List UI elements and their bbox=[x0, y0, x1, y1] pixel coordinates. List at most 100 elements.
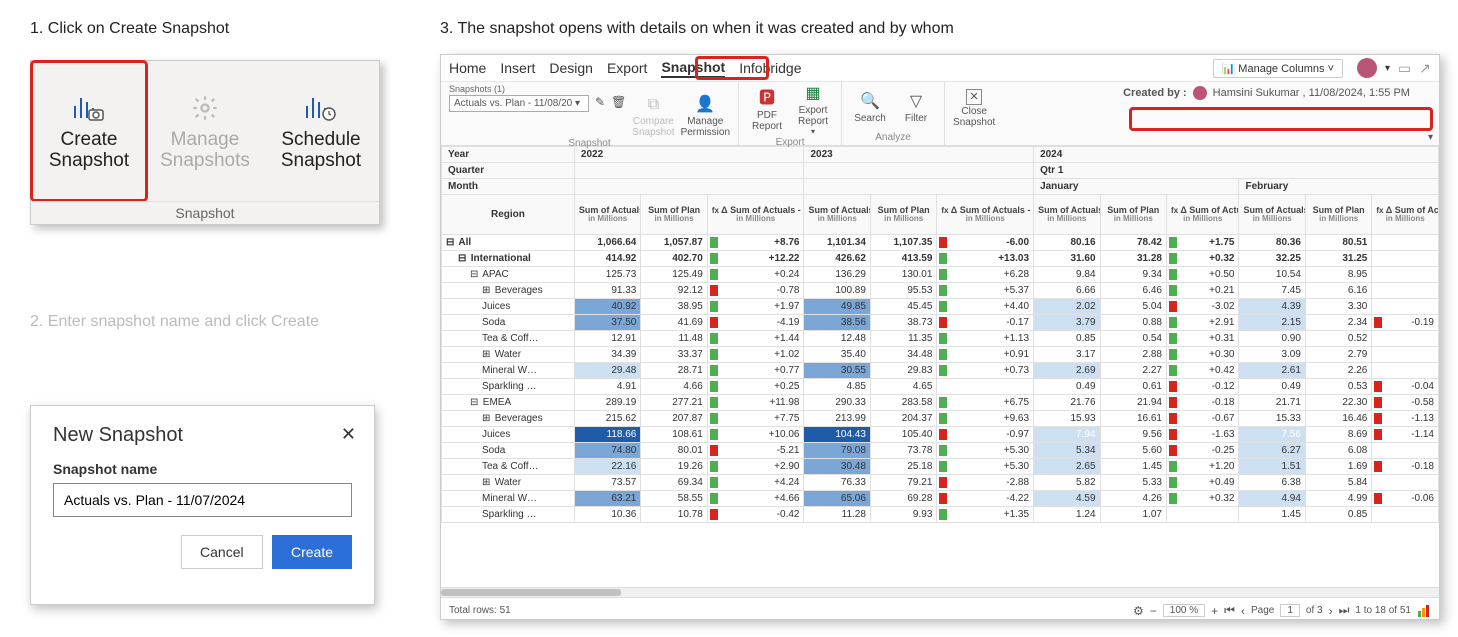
bar-chart-icon[interactable] bbox=[1417, 605, 1431, 617]
cell bbox=[1372, 347, 1439, 363]
created-by-label: Created by : bbox=[1123, 87, 1187, 99]
table-row[interactable]: Sparkling …4.914.66+0.254.854.650.490.61… bbox=[442, 379, 1439, 395]
table-row[interactable]: Mineral W…29.4828.71+0.7730.5529.83+0.73… bbox=[442, 363, 1439, 379]
window-min-icon[interactable]: ▭ bbox=[1398, 60, 1411, 77]
cell: 2.61 bbox=[1239, 363, 1305, 379]
table-row[interactable]: ⊞ Water34.3933.37+1.0235.4034.48+0.913.1… bbox=[442, 347, 1439, 363]
expand-icon[interactable]: ⊞ bbox=[482, 285, 492, 296]
next-page-icon[interactable]: › bbox=[1329, 604, 1333, 618]
cell: +9.63 bbox=[937, 411, 1034, 427]
cell: +11.98 bbox=[707, 395, 804, 411]
horizontal-scrollbar[interactable] bbox=[441, 587, 1439, 597]
table-row[interactable]: ⊞ Beverages215.62207.87+7.75213.99204.37… bbox=[442, 411, 1439, 427]
manage-columns-label: Manage Columns bbox=[1238, 63, 1324, 75]
search-button[interactable]: 🔍 Search bbox=[850, 92, 890, 124]
bar-chart-clock-icon bbox=[303, 90, 339, 126]
compare-snapshot-button[interactable]: ⧉ Compare Snapshot bbox=[632, 95, 674, 138]
table-row[interactable]: ⊞ Water73.5769.34+4.2476.3379.21-2.885.8… bbox=[442, 475, 1439, 491]
create-snapshot-button[interactable]: Create Snapshot bbox=[31, 61, 147, 201]
cell: 1,066.64 bbox=[574, 235, 640, 251]
table-row[interactable]: Tea & Coff…22.1619.26+2.9030.4825.18+5.3… bbox=[442, 459, 1439, 475]
cancel-button[interactable]: Cancel bbox=[181, 535, 263, 569]
zoom-in-icon[interactable]: + bbox=[1211, 604, 1218, 618]
edit-icon[interactable]: ✎ bbox=[595, 95, 605, 109]
prev-page-icon[interactable]: ‹ bbox=[1241, 604, 1245, 618]
window-close-icon[interactable]: ↗ bbox=[1419, 60, 1431, 77]
table-row[interactable]: Soda74.8080.01-5.2179.0873.78+5.305.345.… bbox=[442, 443, 1439, 459]
table-row[interactable]: Juices118.66108.61+10.06104.43105.40-0.9… bbox=[442, 427, 1439, 443]
table-row[interactable]: Soda37.5041.69-4.1938.5638.73-0.173.790.… bbox=[442, 315, 1439, 331]
tab-infobridge[interactable]: Infobridge bbox=[739, 60, 801, 76]
analyze-section-caption: Analyze bbox=[850, 132, 936, 145]
cell: 22.16 bbox=[574, 459, 640, 475]
avatar[interactable] bbox=[1357, 58, 1377, 78]
cell: 1.07 bbox=[1100, 507, 1166, 523]
cell: -4.22 bbox=[937, 491, 1034, 507]
expand-icon[interactable]: ⊟ bbox=[470, 269, 480, 280]
table-row[interactable]: ⊟ EMEA289.19277.21+11.98290.33283.58+6.7… bbox=[442, 395, 1439, 411]
manage-columns-button[interactable]: 📊 Manage Columns ˅ bbox=[1213, 59, 1343, 78]
row-label: ⊞ Water bbox=[442, 347, 575, 363]
cell: +2.91 bbox=[1166, 315, 1239, 331]
table-row[interactable]: Juices40.9238.95+1.9749.8545.45+4.402.02… bbox=[442, 299, 1439, 315]
table-row[interactable]: Mineral W…63.2158.55+4.6665.0669.28-4.22… bbox=[442, 491, 1439, 507]
cell: 2.65 bbox=[1034, 459, 1100, 475]
export-report-button[interactable]: ▦ Export Report▾ bbox=[793, 84, 833, 137]
cell: 34.39 bbox=[574, 347, 640, 363]
cell: 0.85 bbox=[1034, 331, 1100, 347]
bar-chart-camera-icon bbox=[71, 90, 107, 126]
zoom-value: 100 % bbox=[1163, 604, 1205, 617]
created-by-value: Hamsini Sukumar , 11/08/2024, 1:55 PM bbox=[1213, 87, 1410, 99]
first-page-icon[interactable]: ⏮ bbox=[1224, 603, 1235, 618]
tab-home[interactable]: Home bbox=[449, 60, 486, 76]
filter-button[interactable]: ▽ Filter bbox=[896, 92, 936, 124]
expand-icon[interactable]: ⊞ bbox=[482, 477, 492, 488]
manage-snapshots-button[interactable]: Manage Snapshots bbox=[147, 61, 263, 201]
cell: -5.21 bbox=[707, 443, 804, 459]
cell: 7.56 bbox=[1239, 427, 1305, 443]
table-row[interactable]: ⊟ All1,066.641,057.87+8.761,101.341,107.… bbox=[442, 235, 1439, 251]
table-row[interactable]: ⊟ APAC125.73125.49+0.24136.29130.01+6.28… bbox=[442, 267, 1439, 283]
close-icon[interactable]: ✕ bbox=[341, 424, 356, 445]
gear-icon[interactable]: ⚙ bbox=[1133, 604, 1144, 618]
close-snapshot-button[interactable]: ✕ Close Snapshot bbox=[953, 89, 995, 128]
expand-icon[interactable]: ⊞ bbox=[482, 349, 492, 360]
create-button[interactable]: Create bbox=[272, 535, 352, 569]
table-row[interactable]: Sparkling …10.3610.78-0.4211.289.93+1.35… bbox=[442, 507, 1439, 523]
expand-icon[interactable]: ⊟ bbox=[446, 237, 456, 248]
cell: 29.48 bbox=[574, 363, 640, 379]
cell: 100.89 bbox=[804, 283, 870, 299]
expand-icon[interactable]: ⊞ bbox=[482, 413, 492, 424]
table-row[interactable]: ⊞ Beverages91.3392.12-0.78100.8995.53+5.… bbox=[442, 283, 1439, 299]
table-row[interactable]: ⊟ International414.92402.70+12.22426.624… bbox=[442, 251, 1439, 267]
pdf-report-button[interactable]: 🅿 PDF Report bbox=[747, 89, 787, 132]
cell: +1.44 bbox=[707, 331, 804, 347]
cell: -0.19 bbox=[1372, 315, 1439, 331]
tab-insert[interactable]: Insert bbox=[500, 60, 535, 76]
cell: +12.22 bbox=[707, 251, 804, 267]
cell: 35.40 bbox=[804, 347, 870, 363]
expand-icon[interactable]: ⊟ bbox=[458, 253, 468, 264]
tab-export[interactable]: Export bbox=[607, 60, 647, 76]
snapshot-select[interactable]: Actuals vs. Plan - 11/08/20 ▾ bbox=[449, 95, 589, 112]
expand-icon[interactable]: ⊟ bbox=[470, 397, 480, 408]
zoom-out-icon[interactable]: − bbox=[1150, 604, 1157, 618]
row-label: Sparkling … bbox=[442, 379, 575, 395]
cell: 2.69 bbox=[1034, 363, 1100, 379]
snapshot-name-input[interactable] bbox=[53, 483, 352, 517]
tab-snapshot[interactable]: Snapshot bbox=[661, 59, 725, 78]
manage-permission-button[interactable]: 👤 Manage Permission bbox=[681, 95, 730, 138]
last-page-icon[interactable]: ⏭ bbox=[1339, 603, 1350, 618]
cell: +0.73 bbox=[937, 363, 1034, 379]
chevron-down-icon[interactable]: ▾ bbox=[1385, 63, 1390, 74]
cell: 31.25 bbox=[1305, 251, 1371, 267]
tab-design[interactable]: Design bbox=[549, 60, 593, 76]
filter-label: Filter bbox=[905, 113, 927, 124]
table-row[interactable]: Tea & Coff…12.9111.48+1.4412.4811.35+1.1… bbox=[442, 331, 1439, 347]
delete-icon[interactable]: 🗑 bbox=[611, 95, 626, 109]
cell: -1.13 bbox=[1372, 411, 1439, 427]
schedule-snapshot-button[interactable]: Schedule Snapshot bbox=[263, 61, 379, 201]
chevron-down-icon[interactable]: ▾ bbox=[1422, 130, 1439, 145]
cell: 73.78 bbox=[870, 443, 936, 459]
cell bbox=[1166, 507, 1239, 523]
